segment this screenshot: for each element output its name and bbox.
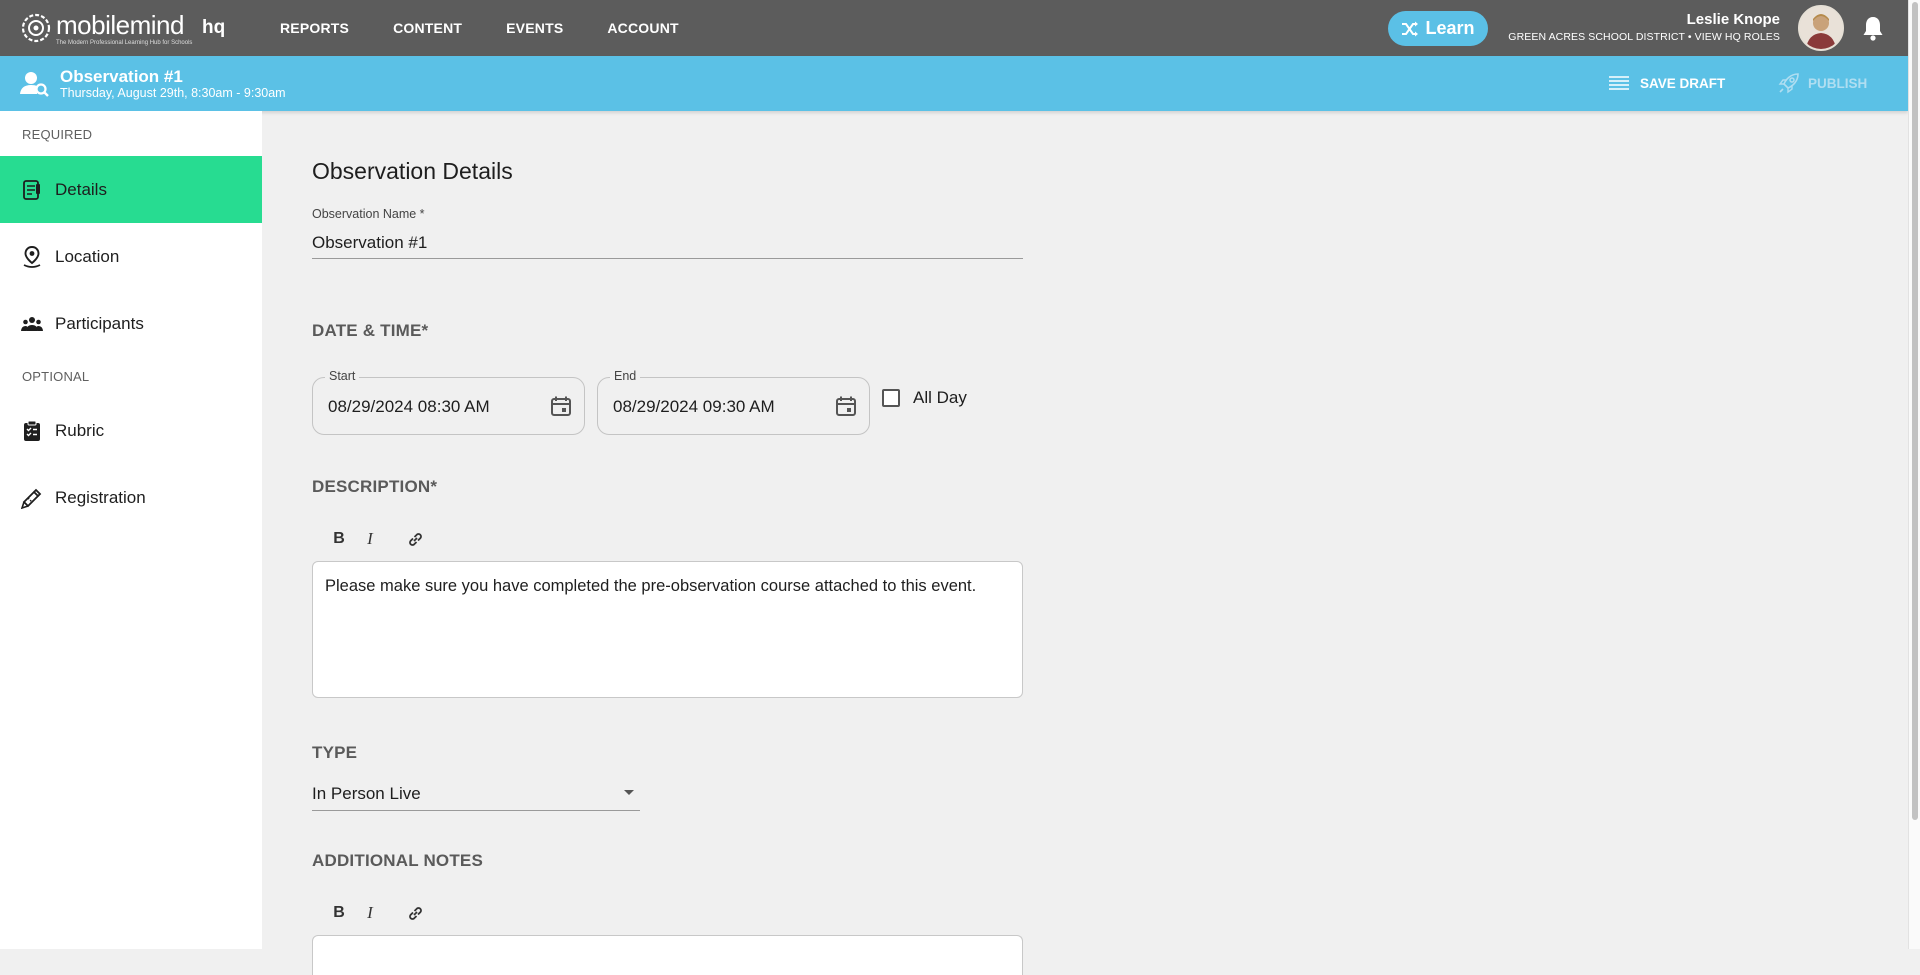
user-avatar[interactable]	[1798, 5, 1844, 51]
link-icon	[408, 906, 422, 920]
calendar-icon[interactable]	[835, 395, 857, 417]
logo-wordmark: mobilemind	[56, 10, 184, 40]
nav-content[interactable]: CONTENT	[393, 20, 462, 36]
sidebar-item-rubric[interactable]: Rubric	[0, 397, 262, 464]
save-draft-button[interactable]: SAVE DRAFT	[1608, 73, 1725, 93]
nav-reports[interactable]: REPORTS	[280, 20, 349, 36]
all-day-toggle[interactable]: All Day	[882, 388, 967, 408]
observation-name-label: Observation Name *	[312, 207, 425, 221]
start-label: Start	[325, 369, 360, 383]
sidebar: REQUIRED Details Location Participants O…	[0, 111, 262, 949]
save-draft-label: SAVE DRAFT	[1640, 75, 1726, 91]
scrollbar-thumb[interactable]	[1912, 2, 1918, 820]
save-draft-icon	[1609, 76, 1629, 90]
nav-events[interactable]: EVENTS	[506, 20, 563, 36]
end-datetime-field[interactable]: End 08/29/2024 09:30 AM	[597, 369, 870, 435]
logo-tagline: The Modern Professional Learning Hub for…	[56, 40, 193, 46]
sidebar-section-required: REQUIRED	[22, 127, 93, 142]
type-select-value: In Person Live	[312, 784, 421, 803]
all-day-label: All Day	[913, 388, 967, 407]
sidebar-item-registration[interactable]: Registration	[0, 464, 262, 531]
main-nav: REPORTS CONTENT EVENTS ACCOUNT	[280, 0, 679, 56]
user-district-roles[interactable]: GREEN ACRES SCHOOL DISTRICT • VIEW HQ RO…	[1508, 31, 1780, 43]
event-date: Thursday, August 29th, 8:30am - 9:30am	[60, 86, 286, 100]
publish-button[interactable]: PUBLISH	[1778, 71, 1867, 95]
dropdown-arrow-icon	[624, 790, 634, 795]
clipboard-icon	[21, 179, 43, 201]
user-search-icon	[20, 72, 49, 97]
people-icon	[21, 313, 43, 335]
all-day-checkbox[interactable]	[882, 389, 900, 407]
sidebar-item-label: Rubric	[55, 420, 105, 440]
description-editor-toolbar: B I	[328, 528, 435, 550]
sidebar-item-label: Participants	[55, 313, 144, 333]
italic-button[interactable]: I	[359, 902, 381, 924]
description-editor[interactable]: Please make sure you have completed the …	[312, 561, 1023, 698]
type-select[interactable]: In Person Live	[312, 778, 640, 811]
bold-button[interactable]: B	[328, 528, 350, 550]
shuffle-icon	[1402, 21, 1419, 36]
bell-icon[interactable]	[1862, 15, 1884, 41]
checklist-icon	[21, 420, 43, 442]
calendar-icon[interactable]	[550, 395, 572, 417]
mobilemind-logo[interactable]: mobilemind The Modern Professional Learn…	[20, 12, 192, 46]
link-button[interactable]	[404, 902, 426, 924]
sidebar-item-label: Details	[55, 179, 107, 199]
ticket-icon	[21, 487, 43, 509]
location-pin-icon	[21, 245, 43, 268]
observation-name-input[interactable]	[312, 227, 1023, 259]
link-button[interactable]	[404, 528, 426, 550]
publish-label: PUBLISH	[1808, 75, 1868, 91]
start-datetime-value: 08/29/2024 08:30 AM	[328, 397, 490, 416]
end-label: End	[610, 369, 641, 383]
nav-account[interactable]: ACCOUNT	[607, 20, 678, 36]
sidebar-item-label: Registration	[55, 487, 146, 507]
sidebar-item-location[interactable]: Location	[0, 223, 262, 290]
main-content: Observation Details Observation Name * D…	[262, 111, 1908, 975]
type-section-title: TYPE	[312, 743, 358, 762]
page-title: Observation Details	[312, 158, 513, 184]
sidebar-item-participants[interactable]: Participants	[0, 290, 262, 357]
learn-label: Learn	[1425, 18, 1475, 38]
bold-button[interactable]: B	[328, 902, 350, 924]
additional-notes-section-title: ADDITIONAL NOTES	[312, 851, 484, 870]
learn-button[interactable]: Learn	[1388, 11, 1488, 46]
italic-button[interactable]: I	[359, 528, 381, 550]
top-navigation-bar: mobilemind The Modern Professional Learn…	[0, 0, 1908, 56]
sidebar-item-details[interactable]: Details	[0, 156, 262, 223]
avatar-portrait-icon	[1800, 7, 1842, 49]
end-datetime-value: 08/29/2024 09:30 AM	[613, 397, 775, 416]
notes-editor-toolbar: B I	[328, 902, 435, 924]
description-section-title: DESCRIPTION*	[312, 477, 438, 496]
logo-mark-icon	[21, 13, 51, 43]
link-icon	[408, 532, 422, 546]
additional-notes-editor[interactable]	[312, 935, 1023, 975]
user-info[interactable]: Leslie Knope GREEN ACRES SCHOOL DISTRICT…	[1508, 11, 1780, 43]
page-scrollbar[interactable]	[1908, 0, 1920, 949]
logo-hq: hq	[202, 17, 226, 38]
sidebar-item-label: Location	[55, 246, 120, 266]
sidebar-section-optional: OPTIONAL	[22, 369, 90, 384]
rocket-icon	[1778, 73, 1799, 94]
start-datetime-field[interactable]: Start 08/29/2024 08:30 AM	[312, 369, 585, 435]
event-title: Observation #1	[60, 67, 183, 86]
event-header-bar: Observation #1 Thursday, August 29th, 8:…	[0, 56, 1908, 111]
date-time-section-title: DATE & TIME*	[312, 321, 429, 340]
user-name: Leslie Knope	[1686, 11, 1780, 28]
